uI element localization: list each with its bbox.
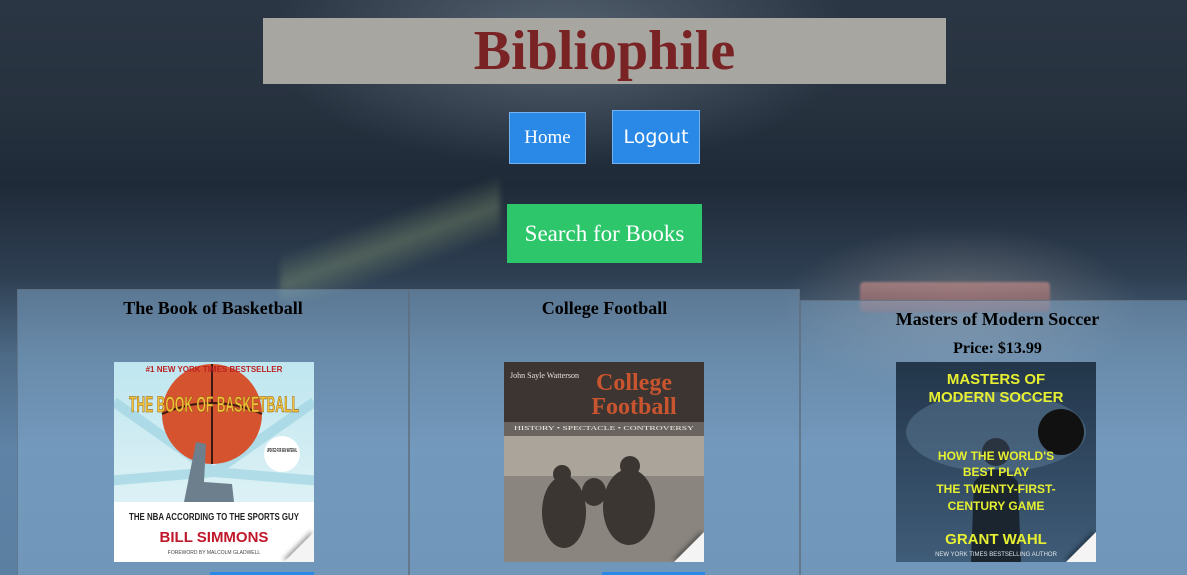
book-title: College Football bbox=[541, 298, 668, 318]
page-curl bbox=[284, 532, 314, 562]
cover-tagline-3: THE TWENTY-FIRST- bbox=[936, 482, 1055, 496]
home-button[interactable]: Home bbox=[509, 112, 586, 164]
book-price: Price: $13.99 bbox=[953, 340, 1042, 357]
cover-author: GRANT WAHL bbox=[945, 531, 1047, 548]
book-title: Masters of Modern Soccer bbox=[895, 309, 1100, 329]
cover-headline: THE BOOK OF BASKETBALL bbox=[129, 392, 299, 417]
book-cover-image[interactable]: #1 NEW YORK TIMES BESTSELLER THE BOOK OF… bbox=[114, 362, 314, 562]
cover-sticker: UPDATED FOR NEW MATERIAL bbox=[267, 448, 297, 454]
site-title: Bibliophile bbox=[473, 20, 736, 82]
cover-tagline-2: BEST PLAY bbox=[963, 465, 1029, 479]
logout-button[interactable]: Logout bbox=[612, 110, 700, 164]
cover-headline-1: College bbox=[596, 370, 672, 396]
header-banner: Bibliophile bbox=[263, 18, 946, 84]
book-title: The Book of Basketball bbox=[123, 298, 303, 318]
page-curl bbox=[674, 532, 704, 562]
cover-subtitle: HISTORY • SPECTACLE • CONTROVERSY bbox=[514, 426, 695, 432]
cover-headline-2: Football bbox=[591, 394, 677, 420]
book-card[interactable]: Masters of Modern Soccer Price: $13.99 M… bbox=[800, 300, 1187, 575]
cover-tagline-4: CENTURY GAME bbox=[948, 499, 1045, 513]
cover-headline-1: MASTERS OF bbox=[947, 371, 1045, 388]
cover-author: BILL SIMMONS bbox=[160, 529, 269, 546]
book-cover-image[interactable]: John Sayle Watterson College Football HI… bbox=[504, 362, 704, 562]
background-grass bbox=[280, 170, 500, 300]
search-books-button[interactable]: Search for Books bbox=[507, 204, 702, 263]
book-cover-image[interactable]: MASTERS OF MODERN SOCCER HOW THE WORLD'S… bbox=[896, 362, 1096, 562]
cover-foreword: FOREWORD BY MALCOLM GLADWELL bbox=[168, 550, 261, 556]
book-card[interactable]: College Football John Sayle Watterson Co… bbox=[409, 289, 800, 575]
cover-author-line: John Sayle Watterson bbox=[510, 371, 579, 380]
cover-badge: #1 NEW YORK TIMES BESTSELLER bbox=[146, 365, 283, 374]
cover-tagline-1: HOW THE WORLD'S bbox=[938, 449, 1054, 463]
cover-subtitle: THE NBA ACCORDING TO THE SPORTS GUY bbox=[129, 512, 299, 523]
cover-badge: NEW YORK TIMES BESTSELLING AUTHOR bbox=[935, 552, 1057, 558]
cover-headline-2: MODERN SOCCER bbox=[928, 389, 1063, 406]
book-card[interactable]: The Book of Basketball #1 NEW YORK TIMES… bbox=[17, 289, 409, 575]
page-curl bbox=[1066, 532, 1096, 562]
